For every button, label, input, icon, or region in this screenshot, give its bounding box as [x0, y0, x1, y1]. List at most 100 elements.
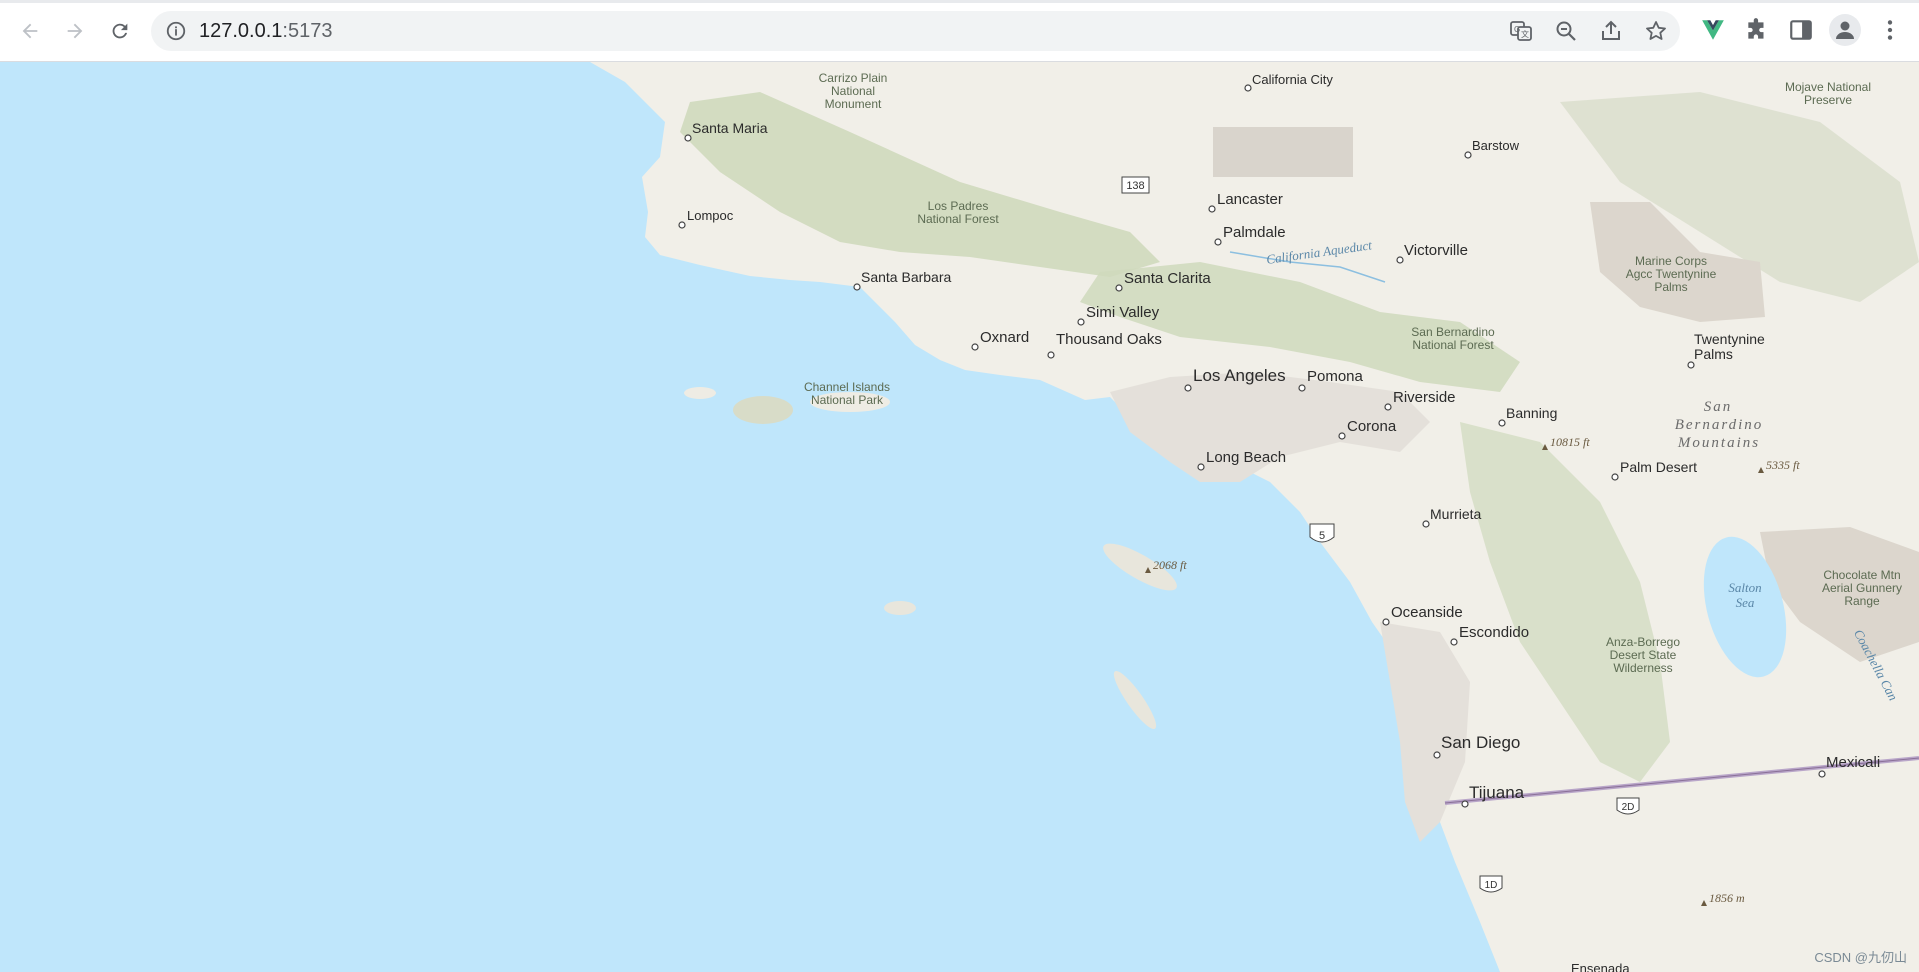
park-label: Chocolate Mtn: [1823, 568, 1900, 582]
city-label: Palm Desert: [1620, 459, 1697, 475]
route-shield-5-label: 5: [1319, 530, 1325, 542]
city-label: Tijuana: [1469, 783, 1525, 802]
city-dot: [1611, 473, 1619, 481]
profile-icon: [1836, 21, 1854, 39]
url-host: 127.0.0.1: [199, 20, 283, 42]
city-dot: [1382, 618, 1390, 626]
island-san-nicolas: [884, 601, 916, 615]
park-label: Carrizo Plain: [819, 71, 888, 85]
city-label: Santa Clarita: [1124, 270, 1211, 287]
elevation-label: 5335 ft: [1766, 458, 1800, 472]
city-label: San Diego: [1441, 733, 1520, 752]
city-dot: [1047, 351, 1055, 359]
route-shield-138: 138: [1121, 176, 1150, 194]
back-arrow-icon: [22, 23, 38, 39]
forward-arrow-icon: [67, 23, 83, 39]
city-label: Ensenada: [1571, 961, 1630, 972]
park-label: Agcc Twentynine: [1626, 267, 1717, 281]
city-label: Victorville: [1404, 242, 1468, 259]
forward-button[interactable]: [57, 13, 93, 49]
city-label: Lompoc: [687, 208, 734, 223]
city-dot: [684, 134, 692, 142]
park-label: Los Padres: [928, 199, 989, 213]
side-panel-icon[interactable]: [1788, 17, 1814, 43]
city-dot: [1115, 284, 1123, 292]
park-label: National Forest: [1412, 338, 1494, 352]
city-dot: [1208, 205, 1216, 213]
zoom-out-icon[interactable]: [1554, 19, 1578, 43]
city-dot: [678, 221, 686, 229]
city-label: Long Beach: [1206, 449, 1286, 466]
water-label: Sea: [1736, 595, 1755, 610]
city-label: Palmdale: [1223, 224, 1286, 241]
city-dot: [1461, 800, 1469, 808]
city-label: Lancaster: [1217, 191, 1283, 208]
map-view[interactable]: 138 5 2D 1D California City Santa Maria Ba…: [0, 62, 1919, 972]
elevation-label: 10815 ft: [1550, 435, 1590, 449]
city-label: Thousand Oaks: [1056, 331, 1162, 348]
city-dot: [1214, 238, 1222, 246]
park-label: National Forest: [917, 212, 999, 226]
route-shield-138-label: 138: [1126, 180, 1144, 192]
city-label: Palms: [1694, 346, 1733, 362]
city-dot: [1450, 638, 1458, 646]
info-icon[interactable]: [165, 20, 187, 42]
city-label: Banning: [1506, 405, 1557, 421]
city-dot: [1396, 256, 1404, 264]
translate-icon[interactable]: G文: [1509, 19, 1533, 43]
star-icon[interactable]: [1644, 19, 1668, 43]
route-shield-1d-label: 1D: [1485, 880, 1498, 891]
profile-button[interactable]: [1829, 14, 1861, 46]
svg-text:文: 文: [1521, 29, 1529, 39]
address-bar[interactable]: 127.0.0.1:5173 G文: [151, 11, 1680, 51]
city-dot: [1077, 318, 1085, 326]
city-label: Santa Maria: [692, 120, 768, 136]
park-label: Mojave National: [1785, 80, 1871, 94]
park-label: Preserve: [1804, 93, 1852, 107]
city-label: Twentynine: [1694, 331, 1765, 347]
browser-toolbar: 127.0.0.1:5173 G文: [0, 0, 1919, 62]
url-port: :5173: [282, 20, 333, 42]
city-label: Oceanside: [1391, 604, 1463, 621]
park-label: Anza-Borrego: [1606, 635, 1680, 649]
reload-button[interactable]: [102, 13, 138, 49]
city-dot: [1298, 384, 1306, 392]
kebab-menu-icon[interactable]: [1877, 17, 1903, 43]
vue-icon[interactable]: [1700, 17, 1726, 43]
city-label: Barstow: [1472, 138, 1520, 153]
park-label: National Park: [811, 393, 884, 407]
edwards-afb: [1213, 127, 1353, 177]
route-shield-1d: 1D: [1479, 875, 1503, 893]
route-shield-2d: 2D: [1616, 797, 1640, 815]
city-label: Mexicali: [1826, 754, 1880, 771]
city-label: California City: [1252, 72, 1333, 87]
city-label: Simi Valley: [1086, 304, 1160, 321]
puzzle-icon[interactable]: [1744, 17, 1770, 43]
city-label: Corona: [1347, 418, 1397, 435]
city-dot: [971, 343, 979, 351]
city-label: Santa Barbara: [861, 269, 951, 285]
park-label: Desert State: [1610, 648, 1677, 662]
svg-text:G: G: [1514, 25, 1520, 34]
mountain-label: Mountains: [1677, 435, 1760, 451]
city-label: Riverside: [1393, 389, 1456, 406]
city-dot: [1433, 751, 1441, 759]
city-dot: [1338, 432, 1346, 440]
map-canvas[interactable]: 138 5 2D 1D California City Santa Maria Ba…: [0, 62, 1919, 972]
city-dot: [1464, 151, 1472, 159]
share-icon[interactable]: [1599, 19, 1623, 43]
mountain-label: San: [1704, 399, 1733, 415]
park-label: Aerial Gunnery: [1822, 581, 1902, 595]
url-text[interactable]: 127.0.0.1:5173: [199, 20, 332, 43]
island-santa-cruz: [733, 396, 793, 424]
city-dot: [853, 283, 861, 291]
back-button[interactable]: [12, 13, 48, 49]
city-dot: [1818, 770, 1826, 778]
city-dot: [1184, 384, 1192, 392]
city-dot: [1498, 419, 1506, 427]
city-dot: [1197, 463, 1205, 471]
island-santa-rosa: [684, 387, 716, 399]
city-label: Pomona: [1307, 368, 1364, 385]
map-attribution: CSDN @九仞山: [1814, 950, 1907, 965]
reload-icon: [112, 23, 128, 39]
